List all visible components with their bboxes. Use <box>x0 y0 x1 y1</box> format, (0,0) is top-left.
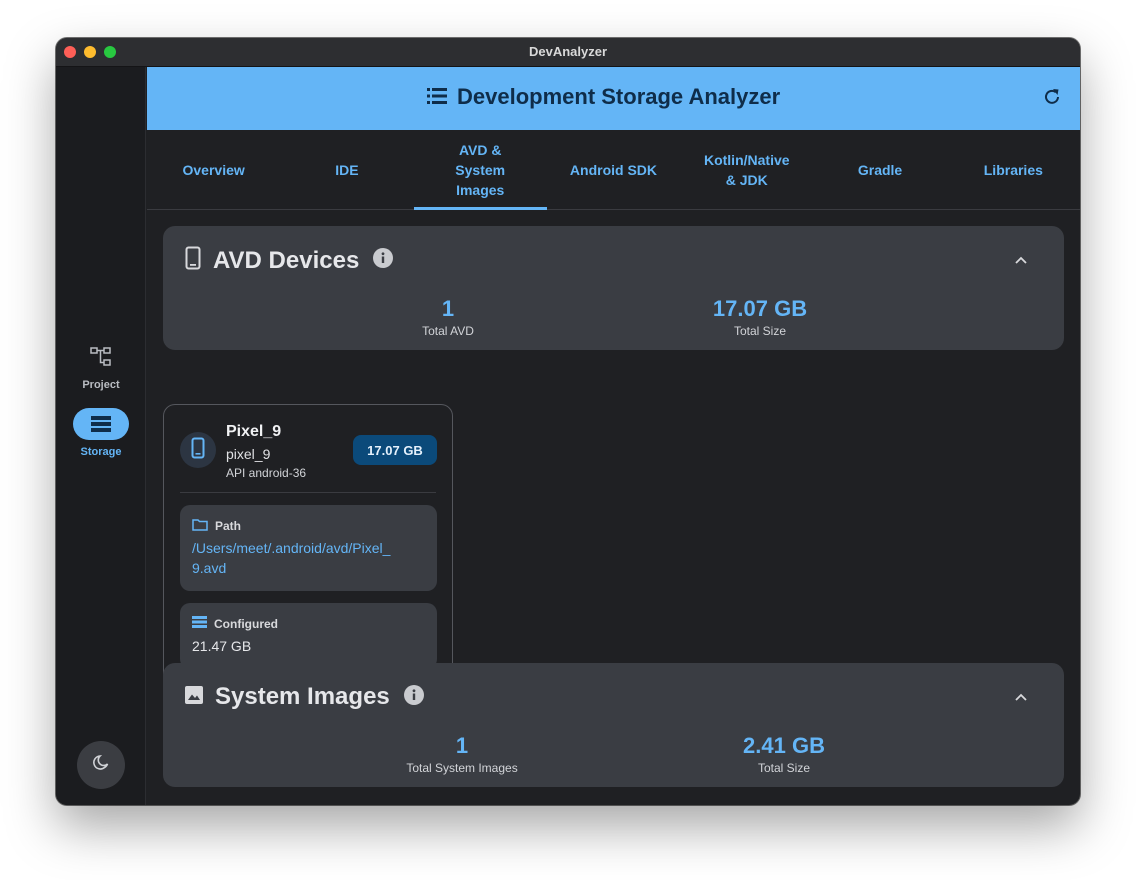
refresh-button[interactable] <box>1042 87 1062 112</box>
avd-section-header: AVD Devices <box>185 246 394 275</box>
image-icon <box>185 685 203 709</box>
stat-value: 17.07 GB <box>712 296 808 321</box>
tab-libraries[interactable]: Libraries <box>947 130 1080 209</box>
path-header: Path <box>192 518 425 534</box>
phone-icon <box>185 246 201 275</box>
path-box: Path /Users/meet/.android/avd/Pixel_9.av… <box>180 505 437 591</box>
configured-header: Configured <box>192 616 425 631</box>
info-icon[interactable] <box>403 684 424 710</box>
stat-total-size: 17.07 GB Total Size <box>713 296 807 338</box>
app-header: Development Storage Analyzer <box>147 67 1080 130</box>
system-images-section-header: System Images <box>185 683 424 711</box>
path-value[interactable]: /Users/meet/.android/avd/Pixel_9.avd <box>192 538 392 578</box>
tab-overview[interactable]: Overview <box>147 130 280 209</box>
device-name: Pixel_9 <box>226 423 282 440</box>
device-avatar <box>180 432 216 468</box>
stat-total-system-images: 1 Total System Images <box>406 733 517 775</box>
refresh-icon <box>1042 89 1062 111</box>
theme-toggle-button[interactable] <box>77 741 125 789</box>
tab-gradle[interactable]: Gradle <box>813 130 946 209</box>
header-title-group: Development Storage Analyzer <box>427 84 780 110</box>
app-window: DevAnalyzer Project Storage Development … <box>56 38 1080 805</box>
tab-android-sdk[interactable]: Android SDK <box>547 130 680 209</box>
stat-total-size: 2.41 GB Total Size <box>743 733 825 775</box>
window-title: DevAnalyzer <box>528 44 608 59</box>
main-content: Development Storage Analyzer Overview ID… <box>147 67 1080 805</box>
stat-label: Total Size <box>757 761 811 775</box>
page-title: Development Storage Analyzer <box>457 84 781 109</box>
tab-ide[interactable]: IDE <box>280 130 413 209</box>
avd-device-card[interactable]: Pixel_9 pixel_9 API android-36 17.07 GB … <box>163 404 453 685</box>
stat-value: 1 <box>441 296 455 321</box>
storage-list-icon <box>427 84 457 110</box>
stat-label: Total AVD <box>422 324 474 338</box>
storage-icon <box>192 616 214 631</box>
system-images-section-title: System Images <box>215 683 390 710</box>
avd-section-title: AVD Devices <box>213 246 360 274</box>
nav-label-project: Project <box>82 379 120 391</box>
configured-box: Configured 21.47 GB <box>180 603 437 669</box>
configured-label: Configured <box>214 616 278 631</box>
stat-total-avd: 1 Total AVD <box>422 296 474 338</box>
title-bar: DevAnalyzer <box>56 38 1080 67</box>
nav-label-storage: Storage <box>80 446 122 458</box>
device-id: pixel_9 <box>226 446 271 462</box>
stat-value: 1 <box>455 733 469 758</box>
avd-devices-section: AVD Devices 1 Total AVD 17.07 GB Total S… <box>163 226 1064 350</box>
stat-label: Total Size <box>733 324 787 338</box>
nav-item-storage[interactable]: Storage <box>56 408 146 458</box>
stat-label: Total System Images <box>406 761 518 775</box>
tab-bar: Overview IDE AVD & System Images Android… <box>147 130 1080 210</box>
stat-value: 2.41 GB <box>743 733 825 758</box>
phone-icon <box>191 437 205 464</box>
configured-value: 21.47 GB <box>192 638 252 654</box>
storage-icon <box>73 408 129 440</box>
tab-avd-system-images[interactable]: AVD & System Images <box>413 130 548 210</box>
device-api-level: API android-36 <box>226 466 307 480</box>
navigation-rail: Project Storage <box>56 67 146 805</box>
info-icon[interactable] <box>373 248 394 273</box>
collapse-chevron-up-icon[interactable] <box>1014 689 1028 707</box>
project-tree-icon <box>73 341 129 373</box>
folder-icon <box>192 518 215 534</box>
tab-kotlin-native-jdk[interactable]: Kotlin/Native & JDK <box>680 130 813 209</box>
divider <box>180 492 436 493</box>
collapse-chevron-up-icon[interactable] <box>1014 252 1028 270</box>
path-label: Path <box>215 519 242 533</box>
moon-icon <box>91 753 111 778</box>
system-images-section: System Images 1 Total System Images 2.41… <box>163 663 1064 787</box>
nav-item-project[interactable]: Project <box>56 341 146 391</box>
size-badge: 17.07 GB <box>353 435 437 465</box>
